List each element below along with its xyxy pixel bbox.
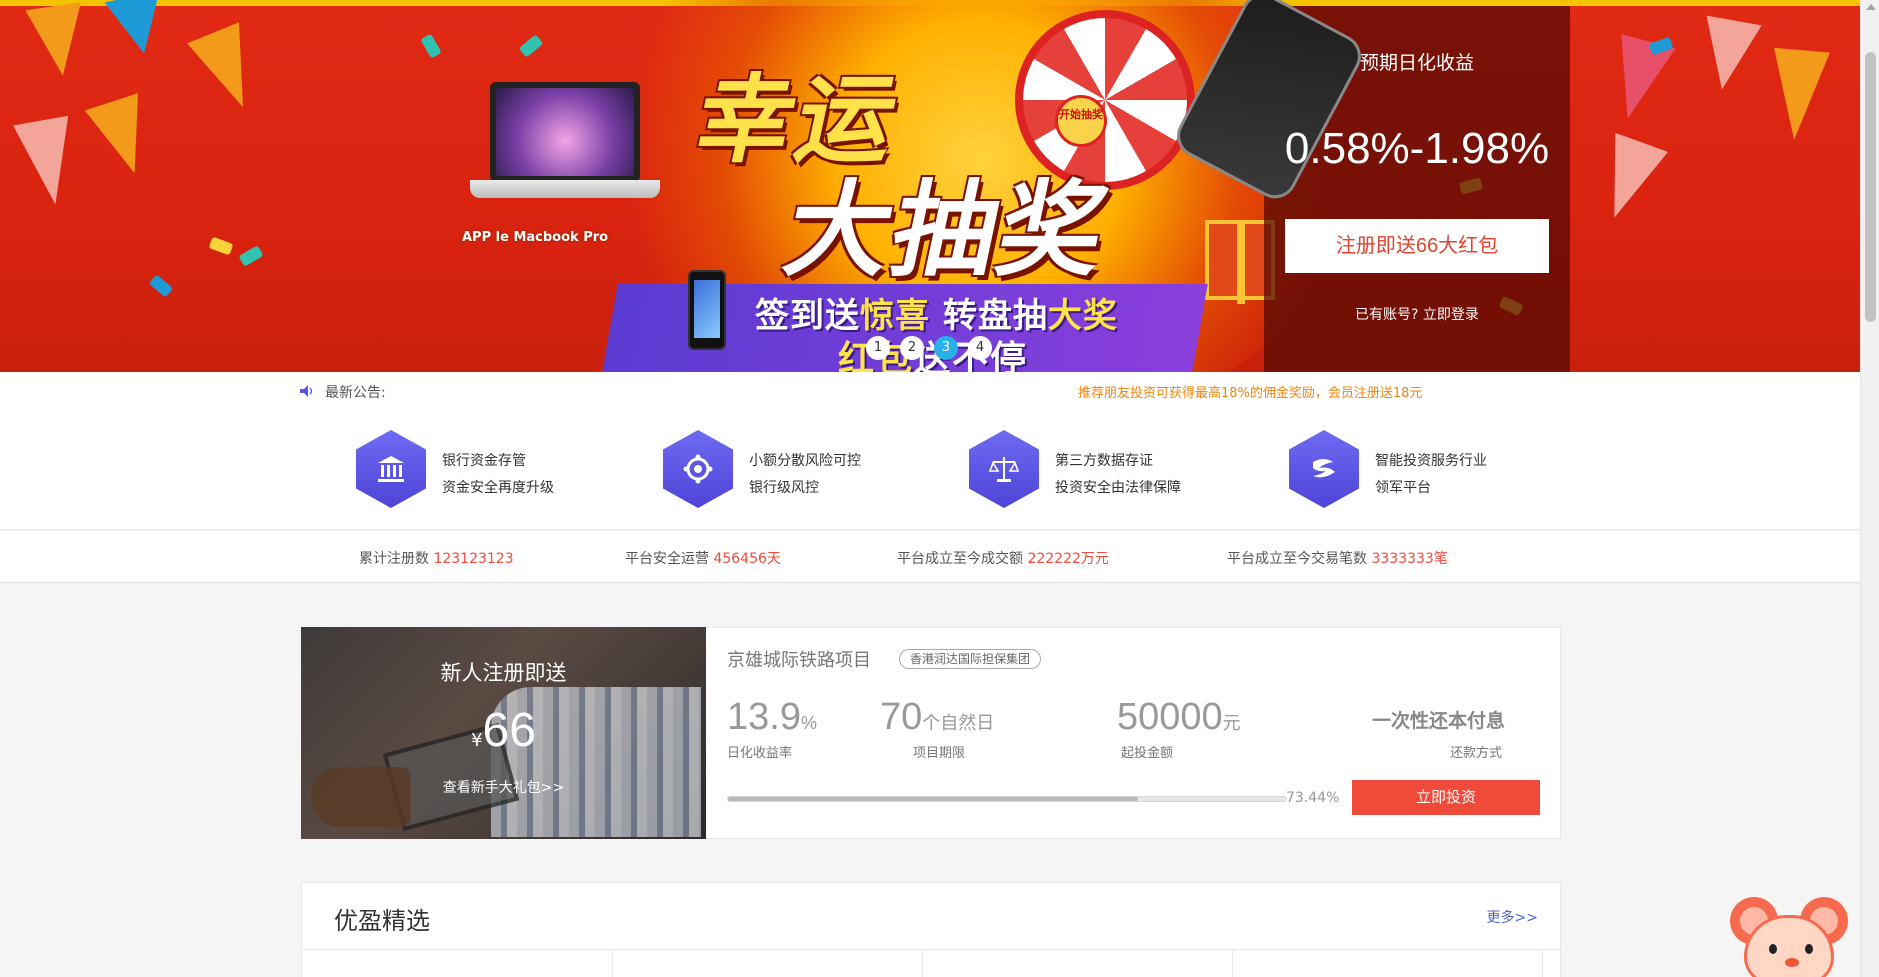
feature-hex	[663, 430, 733, 508]
banner-carousel[interactable]: APP le Macbook Pro 开始抽奖 幸运 大抽奖 签到送惊喜 转盘抽…	[0, 0, 1860, 372]
term-value: 70个自然日	[880, 696, 995, 738]
rate-label: 日化收益率	[727, 746, 793, 761]
feature-line1: 智能投资服务行业	[1375, 453, 1487, 469]
notice-label: 最新公告:	[325, 385, 386, 401]
product-card: 京雄城际铁路项目 香港润达国际担保集团 13.9% 日化收益率 70个自然日 项…	[706, 627, 1561, 839]
stat-turnover: 平台成立至今成交额 222222万元	[897, 551, 1109, 567]
scale-icon	[989, 457, 1019, 482]
confetti	[518, 34, 544, 58]
stat-safe-operation: 平台安全运营 456456天	[625, 551, 781, 567]
confetti	[148, 274, 174, 298]
feature-line1: 银行资金存管	[442, 453, 526, 469]
stat-transactions: 平台成立至今交易笔数 3333333笔	[1227, 551, 1448, 567]
bunting-flag	[13, 115, 83, 210]
expected-return-rate: 0.58%-1.98%	[1284, 124, 1550, 173]
bunting-flag	[1766, 47, 1830, 143]
phone-image	[688, 270, 726, 350]
speaker-icon	[300, 385, 313, 397]
scroll-up-arrow-icon[interactable]	[1866, 4, 1876, 10]
promo-amount: ¥66	[471, 704, 536, 757]
column-divider	[922, 950, 923, 977]
feature-line1: 第三方数据存证	[1055, 453, 1153, 469]
register-panel: 预期日化收益 0.58%-1.98% 注册即送66大红包 已有账号? 立即登录	[1169, 0, 1570, 372]
laptop-caption: APP le Macbook Pro	[462, 230, 609, 245]
carousel-dot-4[interactable]: 4	[968, 336, 992, 360]
bunting-flag	[1588, 132, 1668, 228]
mascot-icon[interactable]	[1730, 895, 1848, 977]
expected-return-title: 预期日化收益	[1359, 52, 1474, 74]
notice-text[interactable]: 推荐朋友投资可获得最高18%的佣金奖励，会员注册送18元	[1078, 382, 1458, 401]
guarantor-tag: 香港润达国际担保集团	[899, 649, 1042, 669]
repayment-method: 一次性还本付息	[1372, 710, 1506, 732]
column-divider	[1542, 950, 1543, 977]
confetti	[420, 33, 442, 59]
page: APP le Macbook Pro 开始抽奖 幸运 大抽奖 签到送惊喜 转盘抽…	[0, 0, 1879, 977]
feature-hex	[969, 430, 1039, 508]
bunting-flag	[84, 93, 162, 182]
confetti	[208, 236, 234, 256]
progress-fill	[728, 797, 1138, 801]
feature-line2: 领军平台	[1375, 480, 1431, 496]
bunting-flag	[187, 22, 269, 118]
bank-icon	[378, 456, 404, 482]
promo-photo-shoe	[311, 767, 411, 827]
feature-line1: 小额分散风险可控	[749, 453, 861, 469]
column-divider	[1232, 950, 1233, 977]
promo-title: 新人注册即送	[440, 661, 567, 685]
carousel-dots: 1 2 3 4	[866, 336, 992, 360]
login-link[interactable]: 已有账号? 立即登录	[1264, 304, 1570, 324]
feature-hex	[1289, 430, 1359, 508]
min-amount-value: 50000元	[1117, 696, 1241, 738]
notice-bar: 最新公告: 推荐朋友投资可获得最高18%的佣金奖励，会员注册送18元	[0, 372, 1860, 408]
bunting-flag	[104, 0, 172, 60]
logo-icon	[1313, 459, 1335, 478]
section-title: 优盈精选	[334, 907, 430, 935]
min-amount-label: 起投金额	[1121, 746, 1174, 761]
gear-icon	[683, 454, 713, 484]
feature-hex	[356, 430, 426, 508]
scrollbar[interactable]	[1860, 0, 1879, 977]
product-name[interactable]: 京雄城际铁路项目	[727, 646, 871, 672]
banner-title-line2: 大抽奖	[775, 169, 1119, 291]
features-row: 银行资金存管 资金安全再度升级 小额分散风险可控 银行级风控 第三方数据存证 投…	[0, 408, 1860, 530]
invest-button[interactable]: 立即投资	[1352, 780, 1540, 815]
bunting-flag	[25, 2, 91, 80]
stat-registrations: 累计注册数 123123123	[359, 551, 514, 567]
confetti	[238, 245, 264, 267]
term-label: 项目期限	[913, 746, 966, 761]
register-button[interactable]: 注册即送66大红包	[1285, 219, 1549, 273]
newcomer-gift-link[interactable]: 查看新手大礼包>>	[301, 777, 706, 797]
more-link[interactable]: 更多>>	[1487, 907, 1538, 927]
scrollbar-thumb[interactable]	[1865, 52, 1876, 322]
bunting-flag	[1694, 15, 1762, 95]
feature-line2: 资金安全再度升级	[442, 480, 554, 496]
section-divider	[302, 949, 1562, 950]
wheel-center: 开始抽奖	[1055, 95, 1107, 147]
carousel-dot-3[interactable]: 3	[934, 336, 958, 360]
progress-percent: 73.44%	[1286, 790, 1340, 806]
stats-bar: 累计注册数 123123123 平台安全运营 456456天 平台成立至今成交额…	[0, 531, 1860, 583]
feature-line2: 银行级风控	[749, 480, 819, 496]
carousel-dot-2[interactable]: 2	[900, 336, 924, 360]
column-divider	[612, 950, 613, 977]
featured-section: 优盈精选 更多>>	[301, 882, 1562, 977]
laptop-image	[470, 82, 660, 202]
repayment-label: 还款方式	[1450, 746, 1503, 761]
newcomer-promo-card[interactable]: 新人注册即送 ¥66 查看新手大礼包>>	[301, 627, 706, 839]
rate-value: 13.9%	[727, 696, 817, 738]
carousel-dot-1[interactable]: 1	[866, 336, 890, 360]
feature-line2: 投资安全由法律保障	[1055, 480, 1181, 496]
progress-bar	[727, 796, 1287, 802]
